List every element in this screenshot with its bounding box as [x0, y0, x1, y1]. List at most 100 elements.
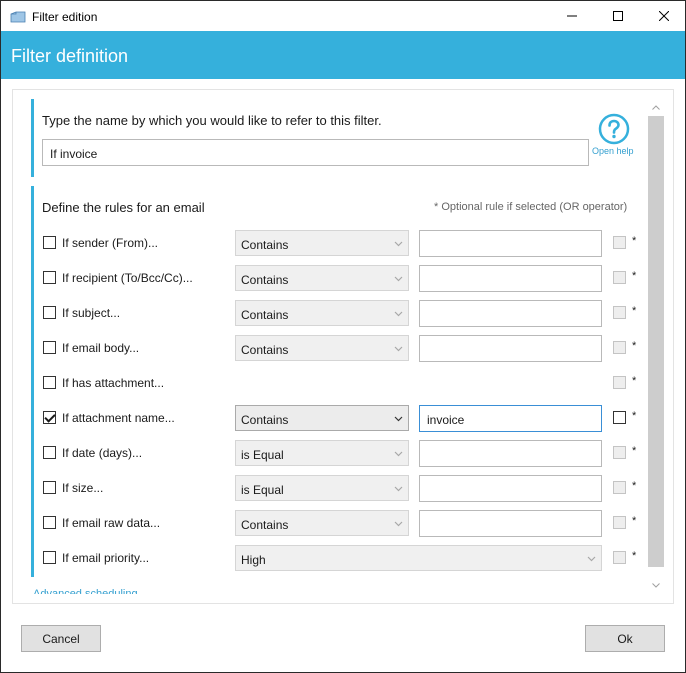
- rule-operator-select[interactable]: Contains: [235, 405, 409, 431]
- rule-operator-select[interactable]: Contains: [235, 265, 409, 291]
- optional-rule-checkbox[interactable]: [613, 411, 626, 424]
- rule-value-input[interactable]: [419, 475, 602, 502]
- optional-marker: *: [632, 410, 637, 422]
- chevron-down-icon: [394, 486, 403, 492]
- rule-checkbox[interactable]: [43, 376, 56, 389]
- open-help-link[interactable]: Open help: [592, 146, 634, 156]
- rule-label: If sender (From)...: [62, 236, 159, 250]
- chevron-down-icon: [394, 521, 403, 527]
- name-section-accent: [31, 99, 34, 177]
- optional-rule-checkbox[interactable]: [613, 516, 626, 529]
- rule-label: If recipient (To/Bcc/Cc)...: [62, 271, 193, 285]
- optional-marker: *: [632, 235, 637, 247]
- optional-rule-checkbox[interactable]: [613, 306, 626, 319]
- rule-row: If date (days)... is Equal *: [0, 439, 662, 467]
- rule-value-input[interactable]: [419, 265, 602, 292]
- chevron-up-icon: [652, 104, 660, 110]
- rule-operator-select[interactable]: Contains: [235, 300, 409, 326]
- optional-marker: *: [632, 270, 637, 282]
- rule-row: If has attachment... *: [0, 369, 662, 397]
- optional-rule-checkbox[interactable]: [613, 341, 626, 354]
- rule-checkbox[interactable]: [43, 411, 56, 424]
- rule-row: If subject... Contains *: [0, 299, 662, 327]
- rules-heading: Define the rules for an email: [42, 200, 205, 215]
- rule-value-input[interactable]: invoice: [419, 405, 602, 432]
- rule-value-input[interactable]: [419, 335, 602, 362]
- rule-row: If attachment name... Contains invoice *: [0, 404, 662, 432]
- rule-label: If subject...: [62, 306, 121, 320]
- optional-marker: *: [632, 480, 637, 492]
- title-bar: Filter edition: [0, 0, 686, 31]
- ok-button[interactable]: Ok: [585, 625, 665, 652]
- rule-operator-value: Contains: [241, 273, 289, 287]
- dialog-header: Filter definition: [1, 31, 685, 79]
- rule-value-input[interactable]: [419, 230, 602, 257]
- advanced-scheduling-link[interactable]: Advanced scheduling...: [33, 587, 147, 594]
- rule-row: If email priority... High *: [0, 544, 662, 572]
- rule-operator-value: High: [241, 553, 266, 567]
- rule-value-input[interactable]: [419, 440, 602, 467]
- rule-operator-value: is Equal: [241, 448, 284, 462]
- optional-marker: *: [632, 550, 637, 562]
- rule-operator-select[interactable]: Contains: [235, 230, 409, 256]
- rule-checkbox[interactable]: [43, 341, 56, 354]
- rule-row: If recipient (To/Bcc/Cc)... Contains *: [0, 264, 662, 292]
- cancel-button[interactable]: Cancel: [21, 625, 101, 652]
- header-title: Filter definition: [11, 46, 129, 66]
- optional-marker: *: [632, 340, 637, 352]
- optional-rule-checkbox[interactable]: [613, 551, 626, 564]
- rule-value-input[interactable]: [419, 300, 602, 327]
- optional-rule-checkbox[interactable]: [613, 481, 626, 494]
- chevron-down-icon: [394, 311, 403, 317]
- rule-label: If email body...: [62, 341, 140, 355]
- chevron-down-icon: [394, 241, 403, 247]
- rule-checkbox[interactable]: [43, 481, 56, 494]
- rule-operator-value: Contains: [241, 413, 289, 427]
- optional-rule-checkbox[interactable]: [613, 236, 626, 249]
- rule-checkbox[interactable]: [43, 516, 56, 529]
- rule-row: If email body... Contains *: [0, 334, 662, 362]
- rule-row: If email raw data... Contains *: [0, 509, 662, 537]
- close-button[interactable]: [641, 1, 686, 31]
- scroll-up-button[interactable]: [648, 99, 664, 115]
- rule-operator-select[interactable]: High: [235, 545, 602, 571]
- scroll-thumb[interactable]: [648, 116, 664, 567]
- vertical-scrollbar[interactable]: [648, 99, 664, 595]
- rule-operator-select[interactable]: Contains: [235, 335, 409, 361]
- rule-checkbox[interactable]: [43, 551, 56, 564]
- optional-rule-checkbox[interactable]: [613, 446, 626, 459]
- chevron-down-icon: [652, 582, 660, 588]
- minimize-icon: [567, 15, 577, 17]
- rule-operator-value: Contains: [241, 343, 289, 357]
- optional-rule-note: * Optional rule if selected (OR operator…: [434, 201, 628, 213]
- optional-rule-checkbox[interactable]: [613, 376, 626, 389]
- rule-operator-value: Contains: [241, 238, 289, 252]
- rule-checkbox[interactable]: [43, 271, 56, 284]
- scroll-down-button[interactable]: [648, 577, 664, 593]
- optional-marker: *: [632, 445, 637, 457]
- rule-operator-select[interactable]: is Equal: [235, 475, 409, 501]
- rule-checkbox[interactable]: [43, 446, 56, 459]
- rule-operator-select[interactable]: Contains: [235, 510, 409, 536]
- rule-label: If email raw data...: [62, 516, 161, 530]
- help-icon[interactable]: [598, 113, 630, 145]
- optional-marker: *: [632, 305, 637, 317]
- filter-name-input[interactable]: If invoice: [42, 139, 589, 166]
- chevron-down-icon: [587, 556, 596, 562]
- rule-checkbox[interactable]: [43, 236, 56, 249]
- rule-value-input[interactable]: [419, 510, 602, 537]
- rule-operator-select[interactable]: is Equal: [235, 440, 409, 466]
- minimize-button[interactable]: [549, 1, 595, 31]
- close-icon: [659, 11, 669, 21]
- chevron-down-icon: [394, 416, 403, 422]
- rule-checkbox[interactable]: [43, 306, 56, 319]
- optional-rule-checkbox[interactable]: [613, 271, 626, 284]
- rule-label: If email priority...: [62, 551, 150, 565]
- maximize-icon: [613, 11, 623, 21]
- filter-name-label: Type the name by which you would like to…: [42, 113, 382, 128]
- maximize-button[interactable]: [595, 1, 641, 31]
- rule-label: If size...: [62, 481, 104, 495]
- rule-label: If has attachment...: [62, 376, 165, 390]
- rule-operator-value: is Equal: [241, 483, 284, 497]
- window-title: Filter edition: [32, 10, 98, 24]
